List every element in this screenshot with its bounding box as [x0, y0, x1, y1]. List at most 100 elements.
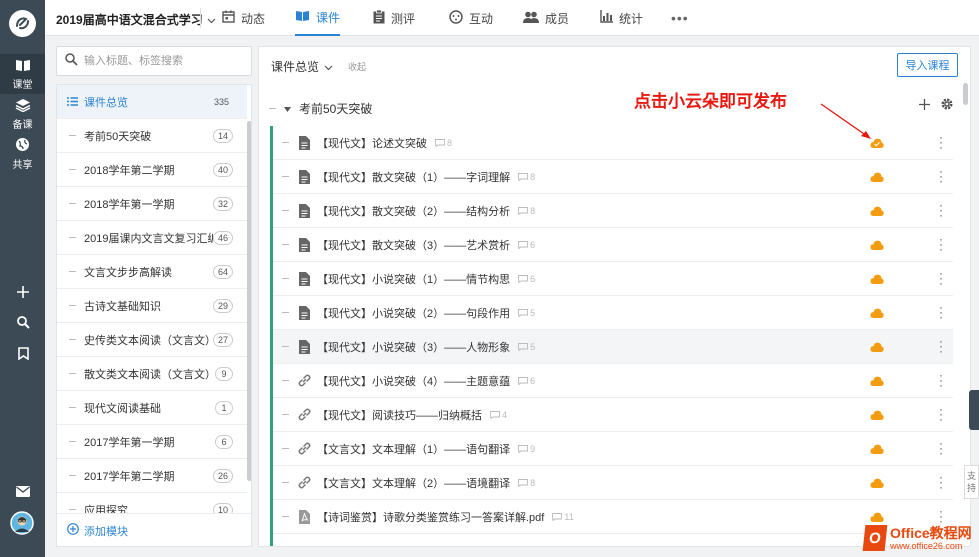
drag-handle[interactable]: [282, 346, 289, 347]
module-item[interactable]: 2019届课内文言文复习汇编 46: [57, 221, 247, 255]
collapse-link[interactable]: 收起: [348, 60, 366, 73]
bookmark-icon[interactable]: [13, 343, 33, 363]
search-box[interactable]: [56, 46, 252, 76]
add-icon[interactable]: [919, 98, 930, 113]
drag-handle[interactable]: [282, 278, 289, 279]
courseware-row[interactable]: 【现代文】散文突破（2）——结构分析 8 · · ·: [273, 194, 953, 228]
courseware-row[interactable]: 【现代文】散文突破（1）——字词理解 8 · · ·: [273, 160, 953, 194]
courseware-row[interactable]: 【诗词鉴赏】诗歌分类鉴赏练习一答案详解.pdf 11 · · ·: [273, 500, 953, 534]
overview-dropdown[interactable]: 课件总览 收起: [271, 58, 366, 75]
courseware-row[interactable]: 【现代文】小说突破（4）——主题意蕴 6 · · ·: [273, 364, 953, 398]
publish-cloud-icon[interactable]: [870, 171, 884, 185]
publish-cloud-icon[interactable]: [870, 409, 884, 423]
more-options-icon[interactable]: · · ·: [938, 335, 944, 357]
courseware-title[interactable]: 【诗词鉴赏】诗歌分类鉴赏练习一答案详解.pdf: [317, 509, 544, 525]
module-item[interactable]: 考前50天突破 14: [57, 119, 247, 153]
drag-handle[interactable]: [282, 448, 289, 449]
drag-handle[interactable]: [269, 107, 276, 109]
module-item[interactable]: 史传类文本阅读（文言文） 27: [57, 323, 247, 357]
search-icon[interactable]: [13, 312, 33, 332]
courseware-row[interactable]: 【现代文】论述文突破 8 · · ·: [273, 126, 953, 160]
tab-interaction[interactable]: 互动: [449, 0, 493, 36]
rail-item-share[interactable]: 共享: [0, 134, 45, 174]
module-item[interactable]: 文言文步步高解读 64: [57, 255, 247, 289]
publish-cloud-icon[interactable]: [870, 205, 884, 219]
publish-cloud-icon[interactable]: [870, 443, 884, 457]
courseware-title[interactable]: 【现代文】散文突破（3）——艺术赏析: [317, 237, 510, 253]
publish-cloud-icon[interactable]: [870, 341, 884, 355]
courseware-row[interactable]: 【现代文】阅读技巧——归纳概括 4 · · ·: [273, 398, 953, 432]
search-input[interactable]: [84, 55, 244, 67]
publish-cloud-icon[interactable]: [870, 239, 884, 253]
drag-handle[interactable]: [282, 244, 289, 245]
module-item[interactable]: 2017学年第二学期 26: [57, 459, 247, 493]
more-options-icon[interactable]: · · ·: [938, 437, 944, 459]
tab-courseware[interactable]: 课件: [295, 0, 341, 36]
publish-cloud-icon[interactable]: [870, 375, 884, 389]
more-options-icon[interactable]: · · ·: [938, 233, 944, 255]
gear-icon[interactable]: [940, 97, 954, 114]
module-item[interactable]: 散文类文本阅读（文言文） 9: [57, 357, 247, 391]
import-course-button[interactable]: 导入课程: [897, 53, 958, 77]
drag-handle[interactable]: [282, 312, 289, 313]
drag-handle[interactable]: [282, 516, 289, 517]
module-item[interactable]: 2017学年第一学期 6: [57, 425, 247, 459]
publish-cloud-icon[interactable]: [870, 477, 884, 491]
module-scrollbar[interactable]: [247, 121, 251, 481]
support-button[interactable]: 支 持: [964, 465, 979, 499]
module-item[interactable]: 2018学年第二学期 40: [57, 153, 247, 187]
more-options-icon[interactable]: · · ·: [938, 267, 944, 289]
more-options-icon[interactable]: · · ·: [938, 165, 944, 187]
rail-item-classroom[interactable]: 课堂: [0, 54, 45, 94]
plus-icon[interactable]: [13, 282, 33, 302]
publish-cloud-icon[interactable]: [870, 307, 884, 321]
drag-handle[interactable]: [282, 176, 289, 177]
tab-statistics[interactable]: 统计: [600, 0, 643, 36]
publish-cloud-icon[interactable]: [870, 137, 884, 151]
more-options-icon[interactable]: · · ·: [938, 403, 944, 425]
courseware-title[interactable]: 【文言文】文本理解（1）——语句翻译: [317, 441, 510, 457]
course-selector[interactable]: 2019届高中语文混合式学习: [56, 11, 216, 28]
tab-members[interactable]: 成员: [523, 0, 569, 36]
courseware-row[interactable]: 【文言文】文本理解（1）——语句翻译 9 · · ·: [273, 432, 953, 466]
more-options-icon[interactable]: · · ·: [938, 369, 944, 391]
courseware-row[interactable]: 【现代文】小说突破（1）——情节构思 6 · · ·: [273, 262, 953, 296]
courseware-row[interactable]: 【文言文】文本理解（2）——语境翻译 8 · · ·: [273, 466, 953, 500]
add-module-button[interactable]: 添加模块: [57, 513, 251, 546]
courseware-title[interactable]: 【现代文】小说突破（3）——人物形象: [317, 339, 510, 355]
mail-icon[interactable]: [13, 481, 33, 501]
courseware-row[interactable]: 【现代文】散文突破（3）——艺术赏析 6 · · ·: [273, 228, 953, 262]
drag-handle[interactable]: [282, 414, 289, 415]
courseware-row[interactable]: 【现代文】小说突破（3）——人物形象 5 · · ·: [273, 330, 953, 364]
side-drawer-handle[interactable]: [969, 390, 979, 430]
module-item[interactable]: 古诗文基础知识 29: [57, 289, 247, 323]
avatar[interactable]: [10, 511, 34, 535]
more-options-icon[interactable]: · · ·: [938, 471, 944, 493]
courseware-row[interactable]: 【现代文】小说突破（2）——句段作用 5 · · ·: [273, 296, 953, 330]
module-overview[interactable]: 课件总览 335: [57, 85, 247, 119]
drag-handle[interactable]: [282, 482, 289, 483]
more-options-icon[interactable]: · · ·: [938, 131, 944, 153]
courseware-title[interactable]: 【现代文】散文突破（2）——结构分析: [317, 203, 510, 219]
courseware-title[interactable]: 【现代文】小说突破（4）——主题意蕴: [317, 373, 510, 389]
more-menu-button[interactable]: •••: [671, 10, 689, 26]
drag-handle[interactable]: [282, 210, 289, 211]
module-item[interactable]: 现代文阅读基础 1: [57, 391, 247, 425]
courseware-title[interactable]: 【文言文】文本理解（2）——语境翻译: [317, 475, 510, 491]
drag-handle[interactable]: [282, 380, 289, 381]
courseware-title[interactable]: 【现代文】小说突破（2）——句段作用: [317, 305, 510, 321]
drag-handle[interactable]: [282, 142, 289, 143]
module-item[interactable]: 2018学年第一学期 32: [57, 187, 247, 221]
courseware-title[interactable]: 【现代文】阅读技巧——归纳概括: [317, 407, 482, 423]
main-scrollbar[interactable]: [963, 83, 968, 105]
app-logo[interactable]: [9, 10, 36, 37]
publish-cloud-icon[interactable]: [870, 273, 884, 287]
tab-assessment[interactable]: 测评: [373, 0, 415, 36]
more-options-icon[interactable]: · · ·: [938, 199, 944, 221]
courseware-title[interactable]: 【现代文】小说突破（1）——情节构思: [317, 271, 510, 287]
courseware-title[interactable]: 【现代文】散文突破（1）——字词理解: [317, 169, 510, 185]
courseware-title[interactable]: 【现代文】论述文突破: [317, 135, 427, 151]
tab-activity[interactable]: 动态: [222, 0, 265, 36]
rail-item-prepare[interactable]: 备课: [0, 94, 45, 134]
more-options-icon[interactable]: · · ·: [938, 301, 944, 323]
